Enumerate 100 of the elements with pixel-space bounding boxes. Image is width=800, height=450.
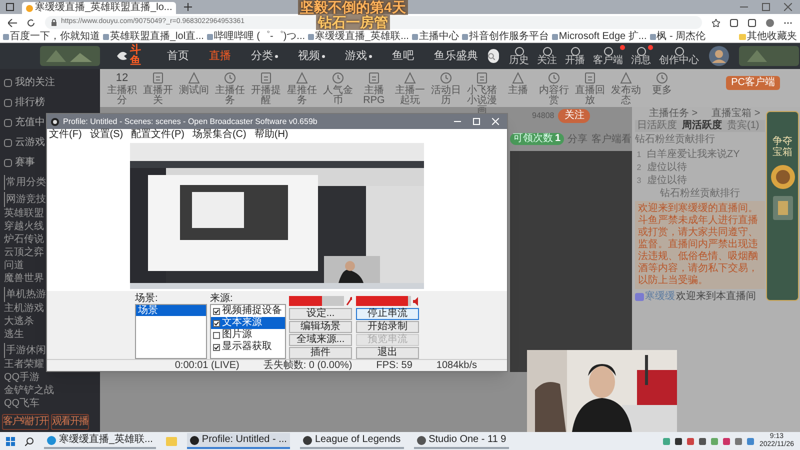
source-item[interactable]: 显示器获取 [211, 341, 285, 353]
maximize-icon[interactable] [762, 3, 770, 11]
user-avatar[interactable] [709, 46, 729, 66]
sidebar-link[interactable]: 我的关注 [4, 73, 55, 93]
follow-button[interactable]: 关注 [558, 109, 590, 123]
toolbar-item[interactable]: 内容行赏 [536, 72, 572, 106]
toolbar-item[interactable]: 测试间 [176, 72, 212, 96]
obs-button[interactable]: 停止串流 [356, 308, 419, 320]
nav-link[interactable]: 首页 [167, 50, 189, 62]
panel-tab[interactable]: 周活跃度 [682, 121, 722, 131]
toolbar-item[interactable]: 主播 [500, 72, 536, 96]
checkbox[interactable] [213, 320, 220, 326]
header-link[interactable]: 创作中心 [659, 46, 699, 66]
source-item[interactable]: 图片源 [211, 329, 285, 341]
toolbar-item[interactable]: 主播一起玩 [392, 72, 428, 106]
header-link[interactable]: 关注 [537, 46, 557, 66]
profile-icon[interactable] [766, 18, 774, 26]
toolbar-item[interactable]: 直播开关 [140, 72, 176, 106]
obs-button[interactable]: 插件 [289, 347, 352, 359]
sidebar-link[interactable]: 赛事 [4, 153, 35, 173]
toolbar-item[interactable]: 星推任务 [284, 72, 320, 106]
back-icon[interactable] [8, 18, 17, 26]
nav-link[interactable]: 视频 [298, 50, 325, 62]
taskbar-app[interactable]: Studio One - 11 9 [414, 433, 510, 449]
source-item[interactable]: 文本来源 [211, 317, 285, 329]
obs-button[interactable]: 退出 [356, 347, 419, 359]
refresh-icon[interactable] [27, 18, 35, 26]
client-download-button[interactable]: PC客户端 [726, 76, 780, 90]
sidebar-item[interactable]: 逃生 [4, 328, 24, 341]
close-icon[interactable] [784, 3, 792, 11]
speaker-icon[interactable] [413, 297, 419, 306]
claim-badge[interactable]: 可领次数 1 [510, 133, 564, 145]
taskbar-app[interactable]: Profile: Untitled - ... [186, 433, 290, 449]
toolbar-item[interactable]: 开播提醒 [248, 72, 284, 106]
sidebar-item[interactable]: 大逃杀 [4, 315, 34, 328]
minimize-icon[interactable] [454, 118, 461, 125]
ad-banner[interactable]: 争夺宝箱 [766, 111, 799, 301]
toolbar-item[interactable]: 更多 [644, 72, 680, 96]
header-link[interactable]: 历史 [509, 46, 529, 66]
search-field[interactable] [488, 49, 499, 63]
toolbar-item[interactable]: 发布动态 [608, 72, 644, 106]
taskbar-app[interactable]: 寒缓缓直播_英雄联... [44, 433, 156, 449]
checkbox[interactable] [213, 332, 220, 338]
bookmark[interactable]: 英雄联盟直播_lol直... [103, 32, 204, 42]
checkbox[interactable] [213, 308, 220, 314]
sidebar-item[interactable]: 王者荣耀 [4, 358, 44, 371]
browser-tab[interactable]: 寒缓缓直播_英雄联盟直播_lo... [22, 2, 176, 14]
search-icon[interactable] [25, 436, 34, 446]
toolbar-item[interactable]: 主播任务 [212, 72, 248, 106]
menu-item[interactable]: 文件(F) [49, 130, 82, 140]
bookmark[interactable]: 寒缓缓直播_英雄联... [308, 32, 409, 42]
taskbar-app[interactable]: League of Legends [300, 433, 404, 449]
bookmark[interactable]: 枫 - 周杰伦 [650, 32, 706, 42]
menu-item[interactable]: 帮助(H) [254, 130, 288, 140]
nav-link[interactable]: 游戏 [345, 50, 372, 62]
nav-link[interactable]: 分类 [251, 50, 278, 62]
obs-button[interactable]: 编辑场景 [289, 321, 352, 333]
bookmark[interactable]: 百度一下，你就知道 [3, 32, 100, 42]
sidebar-link[interactable]: 充值中 [4, 113, 45, 133]
sidebar-link[interactable]: 排行榜 [4, 93, 45, 113]
sidebar-button[interactable]: 观看开播 [51, 414, 89, 430]
obs-button[interactable]: 全域来源... [289, 334, 352, 346]
sidebar-item[interactable]: 英雄联盟 [4, 207, 44, 220]
nav-link[interactable]: 鱼吧 [392, 50, 414, 62]
microphone-icon[interactable] [346, 297, 352, 306]
toolbar-item[interactable]: 12 主播积分 [104, 72, 140, 106]
menu-item[interactable]: 配置文件(P) [131, 130, 184, 140]
sidebar-item[interactable]: 魔兽世界 [4, 272, 44, 285]
sidebar-item[interactable]: 主机游戏 [4, 302, 44, 315]
nav-link[interactable]: 直播 [209, 50, 231, 62]
menu-item[interactable]: 设置(S) [90, 130, 124, 140]
bookmark[interactable]: Microsoft Edge 扩... [552, 32, 647, 42]
sidebar-item[interactable]: 炉石传说 [4, 233, 44, 246]
sidebar-item[interactable]: QQ飞车 [4, 397, 40, 410]
other-bookmarks[interactable]: 其他收藏夹 [739, 32, 797, 42]
checkbox[interactable] [213, 344, 220, 350]
tab-actions-icon[interactable] [6, 3, 14, 11]
sidebar-item[interactable]: 穿越火线 [4, 220, 44, 233]
site-logo[interactable]: 斗鱼 [116, 45, 141, 67]
toolbar-item[interactable]: 活动日历 [428, 72, 464, 106]
scene-item[interactable]: 场景 [136, 305, 206, 316]
sidebar-item[interactable]: 金铲铲之战 [4, 384, 54, 397]
toolbar-item[interactable]: 直播回放 [572, 72, 608, 106]
sidebar-item[interactable]: QQ手游 [4, 371, 40, 384]
sidebar-button[interactable]: 客户端打开 [2, 414, 49, 430]
menu-item[interactable]: 场景集合(C) [192, 130, 246, 140]
toolbar-item[interactable]: 主播RPG [356, 72, 392, 106]
obs-button[interactable]: 开始录制 [356, 321, 419, 333]
sidebar-link[interactable]: 云游戏 [4, 133, 45, 153]
nav-link[interactable]: 鱼乐盛典 [434, 50, 478, 62]
header-link[interactable]: 客户端 [593, 46, 623, 66]
bookmark[interactable]: 主播中心 [412, 32, 459, 42]
header-link[interactable]: 消息 [631, 46, 651, 66]
bookmark[interactable]: 抖音创作服务平台 [462, 32, 549, 42]
source-item[interactable]: 视频捕捉设备 [211, 305, 285, 317]
header-link[interactable]: 开播 [565, 46, 585, 66]
bookmark[interactable]: 哔哩哔哩 (゜-゜)つ... [206, 32, 306, 42]
obs-button[interactable]: 设定... [289, 308, 352, 320]
star-icon[interactable] [712, 18, 720, 26]
room-link[interactable]: 直播宝箱 > [712, 109, 760, 119]
